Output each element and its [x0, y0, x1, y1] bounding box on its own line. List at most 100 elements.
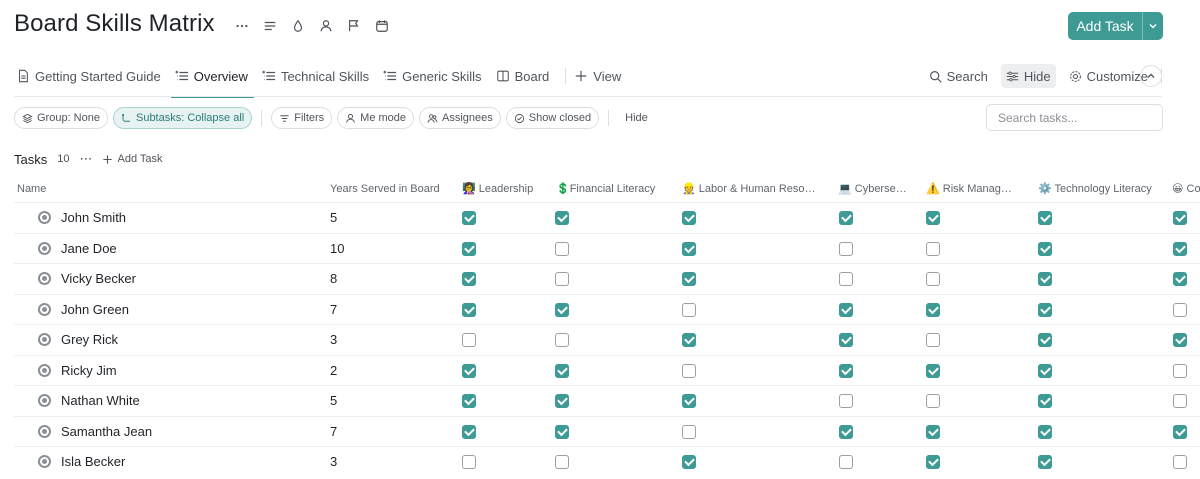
add-task-label[interactable]: Add Task	[1068, 12, 1143, 40]
status-circle-icon[interactable]	[38, 272, 51, 286]
skill-checkbox[interactable]	[1173, 302, 1187, 317]
skill-checkbox[interactable]	[839, 272, 853, 286]
skill-checkbox[interactable]	[682, 363, 696, 378]
skill-checkbox[interactable]	[682, 455, 696, 469]
status-circle-icon[interactable]	[38, 424, 51, 438]
assignees-chip[interactable]: Assignees	[419, 107, 501, 129]
skill-checkbox[interactable]	[1173, 272, 1187, 286]
skill-checkbox[interactable]	[839, 302, 853, 317]
add-task-button[interactable]: Add Task	[1068, 12, 1163, 40]
years-served-value[interactable]: 5	[330, 386, 337, 416]
skill-checkbox[interactable]	[555, 455, 569, 469]
col-cybersecurity-header[interactable]: 💻 Cybersecurity	[838, 182, 908, 196]
status-circle-icon[interactable]	[38, 302, 51, 316]
skill-checkbox[interactable]	[839, 333, 853, 347]
table-row[interactable]: Isla Becker 3	[14, 446, 1200, 477]
status-circle-icon[interactable]	[38, 363, 51, 377]
add-view-button[interactable]: View	[572, 60, 627, 92]
task-name[interactable]: Nathan White	[61, 393, 140, 408]
calendar-icon[interactable]	[374, 18, 390, 34]
skill-checkbox[interactable]	[462, 394, 476, 408]
task-name-cell[interactable]: Nathan White	[38, 386, 140, 416]
skill-checkbox[interactable]	[926, 363, 940, 378]
skill-checkbox[interactable]	[839, 394, 853, 408]
col-co-header[interactable]: 😀 Co	[1172, 182, 1200, 196]
years-served-value[interactable]: 8	[330, 264, 337, 294]
status-circle-icon[interactable]	[38, 394, 51, 408]
skill-checkbox[interactable]	[1173, 241, 1187, 256]
task-name[interactable]: Samantha Jean	[61, 424, 152, 439]
skill-checkbox[interactable]	[682, 394, 696, 408]
subtasks-chip[interactable]: Subtasks: Collapse all	[112, 107, 253, 129]
task-name-cell[interactable]: Isla Becker	[38, 447, 125, 477]
skill-checkbox[interactable]	[926, 333, 940, 347]
skill-checkbox[interactable]	[462, 424, 476, 439]
task-name-cell[interactable]: Vicky Becker	[38, 264, 136, 294]
col-name-header[interactable]: Name	[17, 182, 137, 196]
col-technology-literacy-header[interactable]: ⚙️ Technology Literacy	[1038, 182, 1153, 196]
task-name-cell[interactable]: Ricky Jim	[38, 356, 117, 386]
more-options-icon[interactable]	[234, 18, 250, 34]
add-task-inline-button[interactable]: Add Task	[102, 153, 163, 165]
tab-technical-skills[interactable]: Technical Skills	[260, 60, 375, 92]
task-name[interactable]: Jane Doe	[61, 241, 117, 256]
skill-checkbox[interactable]	[682, 424, 696, 439]
skill-checkbox[interactable]	[1173, 211, 1187, 225]
skill-checkbox[interactable]	[1173, 424, 1187, 439]
col-years-served-header[interactable]: Years Served in Board	[330, 182, 440, 196]
skill-checkbox[interactable]	[555, 211, 569, 225]
hide-filter-button[interactable]: Hide	[618, 112, 655, 124]
skill-checkbox[interactable]	[1038, 424, 1052, 439]
skill-checkbox[interactable]	[1038, 211, 1052, 225]
skill-checkbox[interactable]	[555, 333, 569, 347]
skill-checkbox[interactable]	[1038, 241, 1052, 256]
col-risk-management-header[interactable]: ⚠️ Risk Management	[926, 182, 1016, 196]
skill-checkbox[interactable]	[462, 302, 476, 317]
skill-checkbox[interactable]	[839, 424, 853, 439]
skill-checkbox[interactable]	[926, 394, 940, 408]
table-row[interactable]: Vicky Becker 8	[14, 263, 1200, 294]
years-served-value[interactable]: 7	[330, 417, 337, 447]
task-name[interactable]: Vicky Becker	[61, 271, 136, 286]
col-financial-literacy-header[interactable]: 💲Financial Literacy	[556, 182, 666, 196]
skill-checkbox[interactable]	[839, 241, 853, 256]
status-circle-icon[interactable]	[38, 211, 51, 225]
flag-icon[interactable]	[346, 18, 362, 34]
skill-checkbox[interactable]	[1173, 394, 1187, 408]
skill-checkbox[interactable]	[926, 241, 940, 256]
skill-checkbox[interactable]	[462, 211, 476, 225]
more-options-icon[interactable]: ⋯	[79, 151, 92, 167]
hide-button[interactable]: Hide	[1000, 64, 1056, 88]
skill-checkbox[interactable]	[682, 272, 696, 286]
years-served-value[interactable]: 2	[330, 356, 337, 386]
task-name-cell[interactable]: John Green	[38, 295, 129, 325]
table-row[interactable]: Jane Doe 10	[14, 232, 1200, 264]
skill-checkbox[interactable]	[1038, 302, 1052, 317]
skill-checkbox[interactable]	[1038, 455, 1052, 469]
skill-checkbox[interactable]	[1038, 394, 1052, 408]
skill-checkbox[interactable]	[462, 272, 476, 286]
tab-getting-started-guide[interactable]: Getting Started Guide	[14, 60, 167, 92]
skill-checkbox[interactable]	[555, 424, 569, 439]
description-icon[interactable]	[262, 18, 278, 34]
skill-checkbox[interactable]	[555, 394, 569, 408]
table-row[interactable]: Samantha Jean 7	[14, 415, 1200, 447]
task-name-cell[interactable]: John Smith	[38, 203, 126, 233]
skill-checkbox[interactable]	[1173, 333, 1187, 347]
table-row[interactable]: John Green 7	[14, 293, 1200, 325]
table-row[interactable]: Nathan White 5	[14, 385, 1200, 416]
skill-checkbox[interactable]	[1038, 363, 1052, 378]
assignee-icon[interactable]	[318, 18, 334, 34]
task-name-cell[interactable]: Jane Doe	[38, 234, 117, 264]
search-tasks-field[interactable]	[986, 104, 1163, 131]
skill-checkbox[interactable]	[555, 363, 569, 378]
skill-checkbox[interactable]	[839, 455, 853, 469]
filters-chip[interactable]: Filters	[271, 107, 333, 129]
skill-checkbox[interactable]	[926, 302, 940, 317]
skill-checkbox[interactable]	[1173, 455, 1187, 469]
skill-checkbox[interactable]	[926, 424, 940, 439]
skill-checkbox[interactable]	[926, 272, 940, 286]
skill-checkbox[interactable]	[555, 241, 569, 256]
group-chip[interactable]: Group: None	[14, 107, 108, 129]
skill-checkbox[interactable]	[555, 272, 569, 286]
